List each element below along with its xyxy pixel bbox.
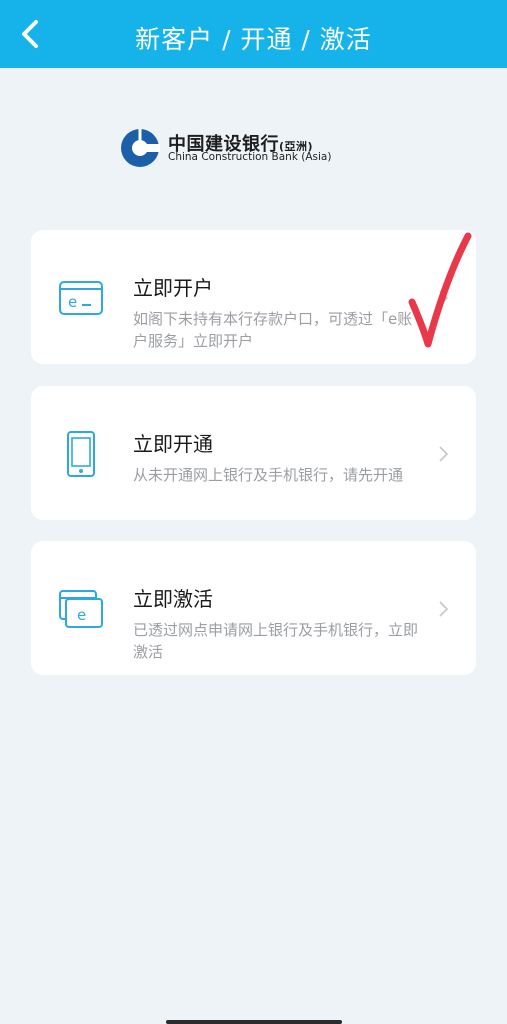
svg-text:e: e: [77, 606, 86, 624]
bank-name-en: China Construction Bank (Asia): [168, 151, 332, 163]
stacked-cards-icon: e: [59, 590, 103, 628]
e-card-icon: e: [59, 281, 103, 315]
chevron-right-icon: [439, 446, 449, 462]
top-navigation-bar: 新客户 / 开通 / 激活: [0, 0, 507, 68]
activate-title: 立即激活: [133, 587, 213, 611]
chevron-right-icon: [439, 601, 449, 617]
home-indicator: [166, 1020, 342, 1024]
chevron-right-icon: [439, 290, 449, 306]
mobile-phone-icon: [67, 431, 95, 477]
open-account-desc: 如阁下未持有本行存款户口，可透过「e账户服务」立即开户: [133, 310, 413, 350]
svg-text:e: e: [68, 293, 77, 311]
enable-online-banking-title: 立即开通: [133, 432, 213, 456]
enable-online-banking-card[interactable]: 立即开通 从未开通网上银行及手机银行，请先开通: [31, 386, 476, 520]
page-title: 新客户 / 开通 / 激活: [135, 25, 372, 54]
open-account-title: 立即开户: [133, 276, 213, 300]
activate-desc: 已透过网点申请网上银行及手机银行，立即激活: [133, 621, 419, 661]
activate-card[interactable]: e 立即激活 已透过网点申请网上银行及手机银行，立即激活: [31, 541, 476, 675]
enable-online-banking-desc: 从未开通网上银行及手机银行，请先开通: [133, 466, 404, 484]
ccb-logo-icon: [121, 129, 160, 167]
open-account-card[interactable]: e 立即开户 如阁下未持有本行存款户口，可透过「e账户服务」立即开户: [31, 230, 476, 364]
bank-logo: 中国建设银行(亞洲) China Construction Bank (Asia…: [120, 128, 390, 168]
